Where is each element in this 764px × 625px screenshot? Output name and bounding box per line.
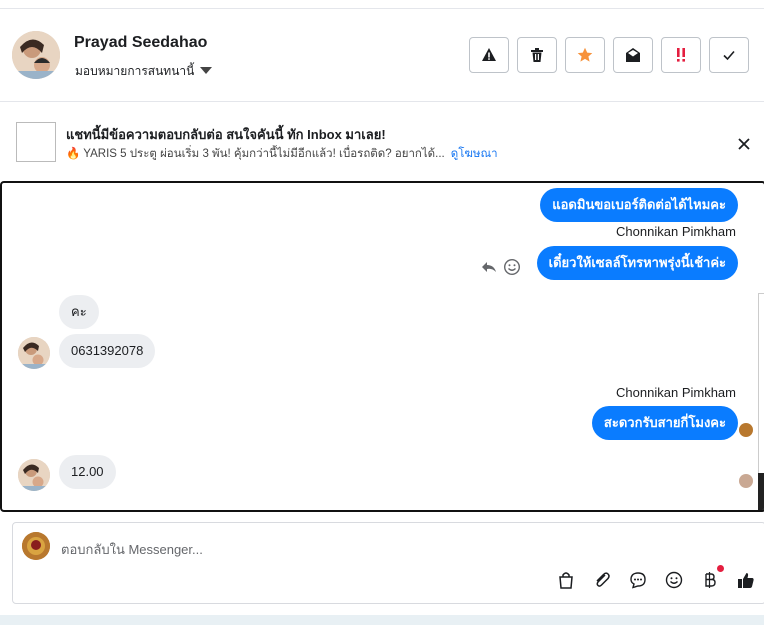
contact-avatar-small bbox=[18, 337, 50, 369]
message-composer: ตอบกลับใน Messenger... bbox=[12, 522, 764, 604]
star-icon bbox=[577, 47, 593, 62]
message-thread[interactable]: แอดมินขอเบอร์ติดต่อได้ไหมคะ Chonnikan Pi… bbox=[0, 181, 764, 512]
composer-tools bbox=[557, 565, 755, 589]
notification-dot bbox=[717, 565, 724, 572]
conversation-header: Prayad Seedahao มอบหมายการสนทนานี้ bbox=[0, 9, 764, 102]
priority-button[interactable] bbox=[661, 37, 701, 73]
mail-open-icon bbox=[626, 48, 640, 62]
close-icon bbox=[738, 138, 750, 150]
trash-icon bbox=[531, 48, 543, 62]
seen-avatar bbox=[739, 474, 753, 488]
bottom-strip bbox=[0, 615, 764, 625]
outgoing-message[interactable]: แอดมินขอเบอร์ติดต่อได้ไหมคะ bbox=[540, 188, 738, 222]
chevron-down-icon bbox=[200, 67, 213, 74]
contact-avatar[interactable] bbox=[12, 31, 60, 79]
page-avatar bbox=[22, 532, 50, 560]
incoming-message[interactable]: 0631392078 bbox=[59, 334, 156, 368]
emoji-button[interactable] bbox=[665, 571, 683, 589]
close-ad-button[interactable] bbox=[734, 134, 754, 154]
reply-input[interactable]: ตอบกลับใน Messenger... bbox=[61, 539, 203, 560]
contact-name: Prayad Seedahao bbox=[74, 34, 208, 51]
view-ad-link[interactable]: ดูโฆษณา bbox=[451, 148, 498, 160]
top-divider bbox=[0, 0, 764, 9]
sender-name: Chonnikan Pimkham bbox=[616, 385, 736, 400]
priority-icon bbox=[677, 48, 685, 62]
ad-subtitle: 🔥 YARIS 5 ประตู ผ่อนเริ่ม 3 พัน! คุ้มกว่… bbox=[66, 148, 445, 160]
incoming-message[interactable]: 12.00 bbox=[59, 455, 116, 489]
like-button[interactable] bbox=[737, 571, 755, 589]
payment-button[interactable] bbox=[701, 565, 724, 589]
side-panel-edge bbox=[758, 293, 764, 474]
assign-label: มอบหมายการสนทนานี้ bbox=[75, 64, 195, 78]
delete-button[interactable] bbox=[517, 37, 557, 73]
react-emoji-icon[interactable] bbox=[503, 258, 521, 276]
ad-subtitle-row: 🔥 YARIS 5 ประตู ผ่อนเริ่ม 3 พัน! คุ้มกว่… bbox=[66, 145, 498, 163]
shopping-bag-icon bbox=[559, 572, 573, 589]
conversation-actions bbox=[469, 37, 749, 73]
ad-thumbnail[interactable] bbox=[16, 122, 56, 162]
mark-done-button[interactable] bbox=[709, 37, 749, 73]
side-panel-edge-dark bbox=[758, 473, 764, 510]
emoji-icon bbox=[665, 571, 683, 589]
assign-conversation-dropdown[interactable]: มอบหมายการสนทนานี้ bbox=[75, 62, 213, 81]
ad-banner: แชทนี้มีข้อความตอบกลับต่อ สนใจคันนี้ ทัก… bbox=[0, 102, 764, 180]
check-icon bbox=[723, 50, 735, 61]
mark-spam-button[interactable] bbox=[469, 37, 509, 73]
mark-unread-button[interactable] bbox=[613, 37, 653, 73]
saved-replies-button[interactable] bbox=[629, 571, 647, 589]
chat-bubble-icon bbox=[630, 572, 646, 589]
baht-icon bbox=[705, 572, 716, 588]
thumbs-up-icon bbox=[738, 573, 754, 588]
seen-avatar bbox=[739, 423, 753, 437]
star-button[interactable] bbox=[565, 37, 605, 73]
shop-bag-button[interactable] bbox=[557, 571, 575, 589]
outgoing-message[interactable]: เดี๋ยวให้เซลล์โทรหาพรุ่งนี้เช้าค่ะ bbox=[536, 246, 738, 280]
reply-icon[interactable] bbox=[480, 258, 498, 276]
sender-name: Chonnikan Pimkham bbox=[616, 224, 736, 239]
incoming-message[interactable]: คะ bbox=[59, 295, 99, 329]
warning-icon bbox=[482, 48, 496, 61]
contact-avatar-small bbox=[18, 459, 50, 491]
ad-title: แชทนี้มีข้อความตอบกลับต่อ สนใจคันนี้ ทัก… bbox=[66, 127, 386, 142]
outgoing-message[interactable]: สะดวกรับสายกี่โมงคะ bbox=[591, 406, 738, 440]
paperclip-icon bbox=[596, 572, 610, 587]
attach-button[interactable] bbox=[593, 571, 611, 589]
